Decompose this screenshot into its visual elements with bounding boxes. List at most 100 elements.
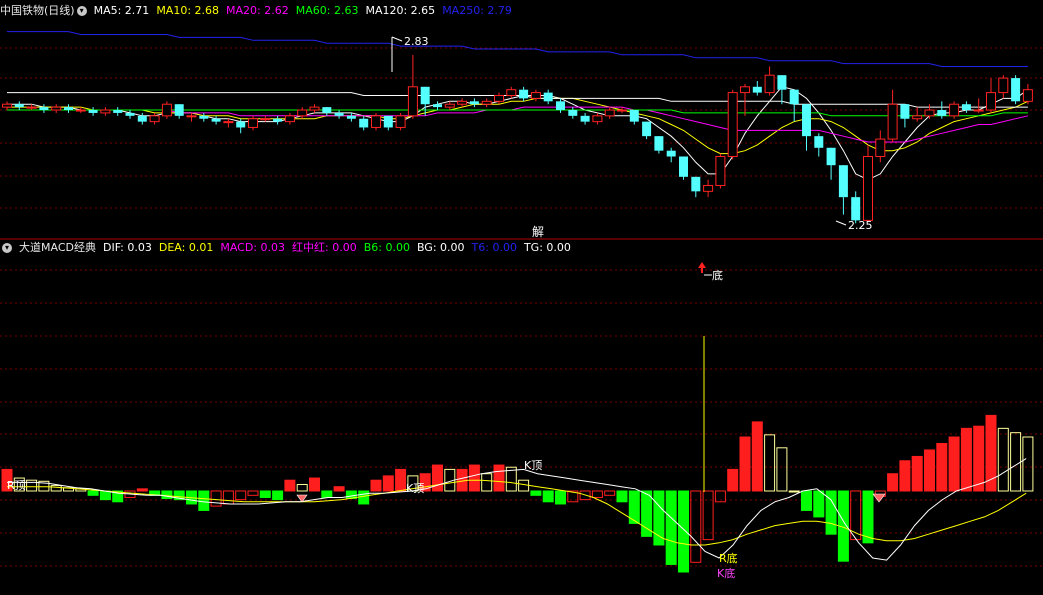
macd-bar [272,490,284,501]
candle-body [691,176,701,192]
candle-body [642,121,652,137]
macd-bar [616,490,628,503]
candle-body [826,147,836,166]
candle-body [14,104,24,108]
macd-bar [751,421,763,492]
macd-bar [432,464,443,492]
candle-body [740,86,750,94]
high-price-label: 2.83 [404,35,429,48]
macd-bar [764,434,776,492]
macd-bar [222,490,234,505]
candle-body [494,95,504,102]
candle-body [887,103,898,140]
candle-body [998,77,1009,94]
indicator-legend-item: 红中红: 0.00 [292,241,357,254]
candle-body [469,101,479,105]
ma-legend-item: MA120: 2.65 [365,4,436,17]
candle-body [260,118,271,121]
grid-lines [0,47,1043,567]
macd-bar [690,490,702,563]
macd-bar [936,442,948,492]
macd-bar [702,490,714,541]
candle-body [900,104,910,119]
macd-bar [776,447,788,492]
indicator-title[interactable]: 大道MACD经典 [19,241,96,254]
k-bottom-label: K底 [717,566,735,580]
candle-body [863,155,873,221]
k-top-label-b: K顶 [524,459,542,472]
macd-bar [210,490,222,507]
candle-body [703,185,714,192]
macd-bar [678,490,689,573]
candle-body [309,106,320,111]
macd-bar [468,464,480,492]
candle-body [912,115,923,120]
candle-body [937,110,947,116]
candle-body [346,115,356,119]
candle-body [973,109,984,112]
candle-body [1022,89,1033,102]
indicator-legend-item: B6: 0.00 [363,241,410,254]
macd-bar [960,427,972,492]
candle-body [986,92,996,111]
macd-bar [309,477,320,492]
candle-body [420,86,430,105]
stock-chart[interactable]: 2.83 2.25 解 底 R顶 K顶 K顶 R底 K底 中国铁物(日线) ▾ MA… [0,0,1043,591]
macd-bar [887,473,899,492]
indicator-legend-item: T6: 0.00 [471,241,517,254]
candle-body [211,118,221,122]
macd-bar [1022,436,1034,492]
candle-body [2,103,12,108]
candle-body [51,106,62,111]
candle-body [764,74,775,94]
r-top-label: R顶 [7,479,26,492]
macd-bar [862,490,874,544]
chevron-down-icon[interactable]: ▾ [2,243,12,253]
candle-body [752,86,762,93]
candle-body [530,92,541,99]
stock-title[interactable]: 中国铁物(日线) [0,4,75,17]
candle-body [679,156,688,177]
candle-body [556,101,565,111]
candle-body [604,109,615,117]
ma-line [7,97,1029,155]
candle-body [186,115,197,118]
ma-line [7,31,1028,67]
chevron-down-icon[interactable]: ▾ [76,6,87,16]
macd-bar [530,490,542,496]
macd-bar [739,436,751,492]
candle-body [125,112,135,116]
indicator-legend: DIF: 0.03 DEA: 0.01 MACD: 0.03 红中红: 0.00 B6:… [103,241,578,254]
candle-body [248,118,258,128]
candle-body [359,118,369,128]
candle-body [113,110,123,113]
candle-body [174,104,184,116]
candle-body [789,89,799,105]
macd-bar [136,488,148,492]
candle-body [543,92,553,102]
candle-body [481,100,492,105]
candle-body [137,115,147,122]
macd-bar [493,464,505,492]
indicator-legend-item: DEA: 0.01 [158,241,214,254]
macd-bar [665,490,677,565]
macd-bar [370,479,382,492]
ma-legend-item: MA60: 2.63 [295,4,359,17]
indicator-legend-item: DIF: 0.03 [102,241,152,254]
candle-body [777,75,787,90]
macd-bar [727,468,739,492]
macd-bar [259,490,271,498]
low-price-label: 2.25 [848,219,873,232]
candle-body [727,92,738,157]
candlesticks[interactable] [2,54,1033,224]
macd-bar [911,455,923,492]
candle-body [949,103,960,117]
chart-canvas[interactable]: 2.83 2.25 解 底 R顶 K顶 K顶 R底 K底 [0,0,1043,591]
macd-bar [333,486,345,492]
candle-body [875,138,886,157]
macd-bar [198,490,210,511]
candle-body [506,89,517,97]
candle-body [1011,78,1021,102]
ma-legend-item: MA10: 2.68 [156,4,220,17]
candle-body [223,121,234,124]
